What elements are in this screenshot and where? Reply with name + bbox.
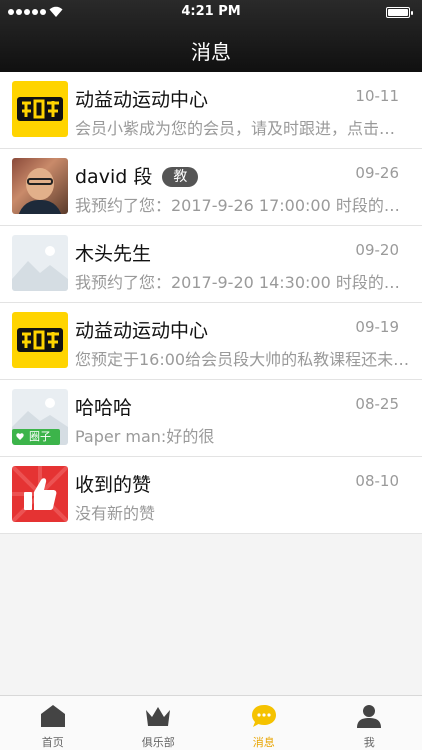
sender-name: 哈哈哈 xyxy=(75,397,133,419)
thumbs-up-icon xyxy=(12,466,68,522)
page-title: 消息 xyxy=(191,40,231,64)
battery-icon xyxy=(386,7,413,18)
message-preview: 会员小紫成为您的会员，请及时跟进，点击查看会员详情 xyxy=(75,119,410,138)
tab-label: 消息 xyxy=(252,736,275,749)
top-bar: 4:21 PM 消息 xyxy=(0,0,422,72)
tab-home[interactable]: 首页 xyxy=(0,696,106,750)
status-time: 4:21 PM xyxy=(181,4,241,19)
group-tag: 圈子 xyxy=(29,430,51,443)
message-date: 10-11 xyxy=(355,87,399,105)
person-icon xyxy=(357,705,382,728)
message-row-likes[interactable]: 收到的赞 08-10 没有新的赞 xyxy=(0,457,422,534)
tab-label: 我 xyxy=(363,736,375,749)
tab-label: 首页 xyxy=(41,736,64,749)
tab-bar: 首页 俱乐部 消息 我 xyxy=(0,695,422,750)
image-placeholder-avatar xyxy=(12,235,68,291)
chat-bubble-icon xyxy=(251,705,276,727)
sender-name: 动益动运动中心 xyxy=(75,320,209,342)
message-list: 动益动运动中心 10-11 会员小紫成为您的会员，请及时跟进，点击查看会员详情 … xyxy=(0,72,422,534)
coach-badge: 教 xyxy=(162,167,199,187)
user-photo-avatar xyxy=(12,158,68,214)
message-preview: Paper man:好的很 xyxy=(75,427,215,446)
message-preview: 没有新的赞 xyxy=(75,504,156,523)
tab-club[interactable]: 俱乐部 xyxy=(106,696,212,750)
tab-messages[interactable]: 消息 xyxy=(211,696,317,750)
sender-name: 收到的赞 xyxy=(75,474,152,496)
message-row-gym-2[interactable]: 动益动运动中心 09-19 您预定于16:00给会员段大帅的私教课程还未确认 xyxy=(0,303,422,380)
sender-name: david 段教 xyxy=(75,162,199,189)
message-date: 09-20 xyxy=(355,241,399,259)
gym-logo-avatar xyxy=(12,312,68,368)
gym-logo-avatar xyxy=(12,81,68,137)
message-row-mutou[interactable]: 木头先生 09-20 我预约了您：2017-9-20 14:30:00 时段的私… xyxy=(0,226,422,303)
sender-name: 木头先生 xyxy=(75,243,152,265)
message-date: 09-26 xyxy=(355,164,399,182)
message-preview: 我预约了您：2017-9-20 14:30:00 时段的私教课 xyxy=(75,273,410,292)
group-avatar: 圈子 xyxy=(12,389,68,445)
message-preview: 我预约了您：2017-9-26 17:00:00 时段的私教课 xyxy=(75,196,410,215)
crown-icon xyxy=(146,707,171,726)
message-preview: 您预定于16:00给会员段大帅的私教课程还未确认 xyxy=(75,350,410,369)
message-date: 08-10 xyxy=(355,472,399,490)
home-icon xyxy=(40,705,65,727)
sender-name: 动益动运动中心 xyxy=(75,89,209,111)
sender-name-text: david 段 xyxy=(75,166,153,188)
tab-label: 俱乐部 xyxy=(141,736,175,749)
message-date: 08-25 xyxy=(355,395,399,413)
message-row-gym-1[interactable]: 动益动运动中心 10-11 会员小紫成为您的会员，请及时跟进，点击查看会员详情 xyxy=(0,72,422,149)
message-row-david[interactable]: david 段教 09-26 我预约了您：2017-9-26 17:00:00 … xyxy=(0,149,422,226)
message-date: 09-19 xyxy=(355,318,399,336)
message-row-hahaha[interactable]: 圈子 哈哈哈 08-25 Paper man:好的很 xyxy=(0,380,422,457)
status-bar: 4:21 PM xyxy=(0,0,422,24)
tab-me[interactable]: 我 xyxy=(317,696,422,750)
